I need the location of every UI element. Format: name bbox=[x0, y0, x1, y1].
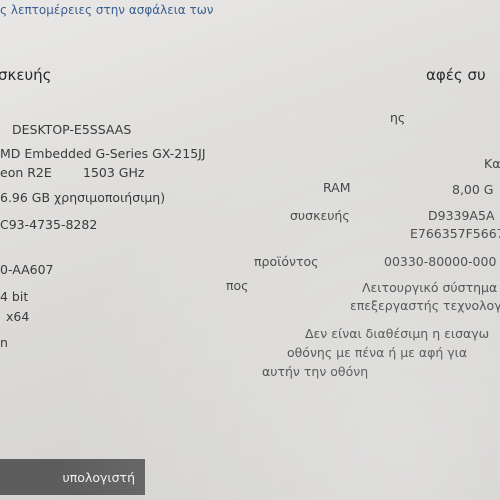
product-id-value: 00330-80000-000 bbox=[384, 254, 497, 269]
processor-speed: 1503 GHz bbox=[83, 165, 145, 180]
product-id-left-value: 0-AA607 bbox=[0, 262, 54, 277]
system-type-left-value: 4 bit bbox=[0, 289, 29, 304]
pen-touch-left-value: n bbox=[0, 335, 8, 350]
pen-touch-text-line2: οθόνης με πένα ή με αφή για bbox=[287, 345, 468, 360]
device-specs-heading: σκευής bbox=[0, 66, 52, 84]
rename-pc-button[interactable]: υπολογιστή bbox=[0, 459, 145, 495]
ram-label: RAM bbox=[323, 180, 351, 195]
processor-value-line2: eon R2E bbox=[0, 165, 52, 180]
system-about-screen: ς λεπτομέρειες στην ασφάλεια των σκευής … bbox=[0, 0, 500, 500]
pen-touch-text-line1: Δεν είναι διαθέσιμη η εισαγω bbox=[305, 326, 490, 341]
pen-touch-text-line3: αυτήν την οθόνη bbox=[262, 364, 369, 379]
device-id-label: συσκευής bbox=[290, 208, 350, 223]
security-details-link[interactable]: ς λεπτομέρειες στην ασφάλεια των bbox=[0, 3, 214, 18]
device-id-left-value: C93-4735-8282 bbox=[0, 217, 98, 232]
device-id-value-line2: E766357F5667 bbox=[410, 226, 500, 241]
installed-ram-value: 6.96 GB χρησιμοποιήσιμη) bbox=[0, 190, 166, 205]
rename-pc-button-label: υπολογιστή bbox=[62, 469, 135, 485]
windows-specs-heading: αφές συ bbox=[426, 66, 486, 84]
edition-label: ης bbox=[390, 110, 406, 125]
system-type-value-line2: επεξεργαστής τεχνολογία bbox=[350, 298, 500, 313]
device-name-value: DESKTOP-E5SSAAS bbox=[12, 122, 132, 137]
product-id-label: προϊόντος bbox=[254, 254, 319, 269]
x64-value: x64 bbox=[6, 309, 30, 324]
system-type-value: Λειτουργικό σύστημα bbox=[362, 280, 498, 295]
system-type-label: πος bbox=[226, 278, 249, 293]
processor-value: MD Embedded G-Series GX-215JJ bbox=[0, 146, 206, 161]
ram-value: 8,00 G bbox=[452, 182, 494, 197]
screen-glare bbox=[0, 0, 500, 500]
version-value-fragment: Κα bbox=[484, 156, 500, 171]
device-id-value: D9339A5A bbox=[428, 208, 495, 223]
